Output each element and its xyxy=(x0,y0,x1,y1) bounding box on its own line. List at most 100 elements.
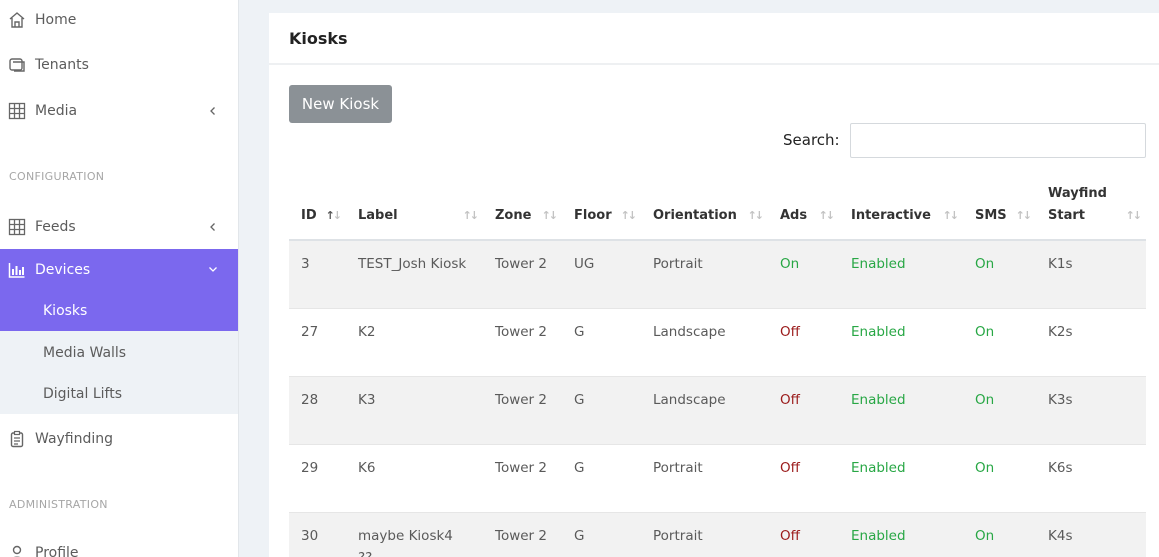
page-title: Kiosks xyxy=(289,29,348,48)
section-configuration: CONFIGURATION xyxy=(9,170,105,183)
sort-icon: ↑↓ xyxy=(620,209,638,222)
cell-id: 30 xyxy=(289,511,346,557)
bar-chart-icon xyxy=(8,261,26,279)
table-header-row: ID ↑↓ Label ↑↓ Zone ↑↓ Floor ↑↓ Orientation ↑… xyxy=(289,178,1146,241)
sort-icon: ↑↓ xyxy=(1015,209,1033,222)
cell-interactive: Enabled xyxy=(839,307,963,376)
cell-label: K3 xyxy=(346,375,483,444)
sub-kiosks[interactable]: Kiosks xyxy=(0,290,238,331)
sort-icon: ↑↓ xyxy=(462,209,480,222)
nav-feeds[interactable]: Feeds xyxy=(0,207,238,247)
cell-sms: On xyxy=(963,511,1036,557)
nav-wayfinding[interactable]: Wayfinding xyxy=(0,419,238,459)
grid-icon xyxy=(8,102,26,120)
nav-home-label: Home xyxy=(35,12,77,28)
col-header-floor[interactable]: Floor ↑↓ xyxy=(562,178,641,241)
cell-floor: G xyxy=(562,511,641,557)
cell-id: 29 xyxy=(289,443,346,512)
col-header-sms[interactable]: SMS ↑↓ xyxy=(963,178,1036,241)
cell-wayfind-start: K2s xyxy=(1036,307,1146,376)
search-label: Search: xyxy=(783,131,840,149)
sort-icon: ↑↓ xyxy=(541,209,559,222)
cell-ads: Off xyxy=(768,443,839,512)
nav-profile[interactable]: Profile xyxy=(0,533,238,557)
kiosks-table: ID ↑↓ Label ↑↓ Zone ↑↓ Floor ↑↓ Orientation ↑… xyxy=(289,178,1146,557)
new-kiosk-button[interactable]: New Kiosk xyxy=(289,85,392,123)
col-header-zone[interactable]: Zone ↑↓ xyxy=(483,178,562,241)
sort-icon: ↑↓ xyxy=(818,209,836,222)
kiosks-card: Kiosks New Kiosk Search: ID ↑↓ Label ↑↓ Zo… xyxy=(269,13,1159,557)
nav-tenants[interactable]: Tenants xyxy=(0,45,238,85)
cell-sms: On xyxy=(963,239,1036,308)
cell-ads: Off xyxy=(768,511,839,557)
table-row[interactable]: 3 TEST_Josh Kiosk Tower 2 UG Portrait On… xyxy=(289,239,1146,308)
cell-orientation: Portrait xyxy=(641,511,768,557)
chevron-down-icon xyxy=(205,261,221,277)
table-row[interactable]: 28 K3 Tower 2 G Landscape Off Enabled On… xyxy=(289,375,1146,444)
nav-profile-label: Profile xyxy=(35,545,79,557)
cell-sms: On xyxy=(963,443,1036,512)
col-header-orientation[interactable]: Orientation ↑↓ xyxy=(641,178,768,241)
cell-zone: Tower 2 xyxy=(483,307,562,376)
cell-ads: Off xyxy=(768,307,839,376)
nav-media-label: Media xyxy=(35,103,78,119)
cell-label: TEST_Josh Kiosk xyxy=(346,239,483,308)
cell-id: 27 xyxy=(289,307,346,376)
sort-icon: ↑↓ xyxy=(747,209,765,222)
section-administration: ADMINISTRATION xyxy=(9,498,108,511)
sub-digital-lifts[interactable]: Digital Lifts xyxy=(0,373,238,414)
sort-asc-icon: ↑↓ xyxy=(325,209,343,222)
search-input[interactable] xyxy=(850,123,1146,158)
table-row[interactable]: 30 maybe Kiosk4 ?? Tower 2 G Portrait Of… xyxy=(289,511,1146,557)
nav-devices-label: Devices xyxy=(35,261,91,278)
col-header-label[interactable]: Label ↑↓ xyxy=(346,178,483,241)
cell-sms: On xyxy=(963,307,1036,376)
table-row[interactable]: 29 K6 Tower 2 G Portrait Off Enabled On … xyxy=(289,443,1146,512)
cell-wayfind-start: K3s xyxy=(1036,375,1146,444)
cell-wayfind-start: K1s xyxy=(1036,239,1146,308)
cell-zone: Tower 2 xyxy=(483,239,562,308)
col-header-ads[interactable]: Ads ↑↓ xyxy=(768,178,839,241)
nav-wayfinding-label: Wayfinding xyxy=(35,431,114,447)
cell-ads: On xyxy=(768,239,839,308)
sort-icon: ↑↓ xyxy=(1125,209,1143,222)
home-icon xyxy=(8,11,26,29)
table-row[interactable]: 27 K2 Tower 2 G Landscape Off Enabled On… xyxy=(289,307,1146,376)
card-header: Kiosks xyxy=(269,13,1159,65)
sidebar: Home Tenants Media CONFIGURATION Feeds D… xyxy=(0,0,239,557)
cell-label: K2 xyxy=(346,307,483,376)
nav-devices[interactable]: Devices xyxy=(0,249,238,290)
nav-tenants-label: Tenants xyxy=(35,57,89,73)
cell-label: maybe Kiosk4 ?? xyxy=(346,511,483,557)
cell-orientation: Portrait xyxy=(641,239,768,308)
cell-id: 3 xyxy=(289,239,346,308)
cell-floor: G xyxy=(562,443,641,512)
nav-media[interactable]: Media xyxy=(0,91,238,131)
cell-interactive: Enabled xyxy=(839,511,963,557)
user-icon xyxy=(8,544,26,557)
cell-interactive: Enabled xyxy=(839,375,963,444)
cell-interactive: Enabled xyxy=(839,239,963,308)
clipboard-icon xyxy=(8,430,26,448)
tenants-icon xyxy=(8,56,26,74)
sub-media-walls[interactable]: Media Walls xyxy=(0,332,238,373)
cell-ads: Off xyxy=(768,375,839,444)
cell-floor: G xyxy=(562,307,641,376)
cell-floor: G xyxy=(562,375,641,444)
cell-interactive: Enabled xyxy=(839,443,963,512)
col-header-wayfind-start[interactable]: Wayfind Start ↑↓ xyxy=(1036,178,1146,241)
grid-icon xyxy=(8,218,26,236)
cell-zone: Tower 2 xyxy=(483,511,562,557)
cell-zone: Tower 2 xyxy=(483,443,562,512)
nav-home[interactable]: Home xyxy=(0,0,238,40)
sort-icon: ↑↓ xyxy=(942,209,960,222)
cell-id: 28 xyxy=(289,375,346,444)
col-header-interactive[interactable]: Interactive ↑↓ xyxy=(839,178,963,241)
devices-submenu: Kiosks Media Walls Digital Lifts xyxy=(0,290,238,414)
cell-wayfind-start: K6s xyxy=(1036,443,1146,512)
nav-feeds-label: Feeds xyxy=(35,219,76,235)
cell-wayfind-start: K4s xyxy=(1036,511,1146,557)
cell-label: K6 xyxy=(346,443,483,512)
col-header-id[interactable]: ID ↑↓ xyxy=(289,178,346,241)
chevron-left-icon xyxy=(205,103,221,119)
